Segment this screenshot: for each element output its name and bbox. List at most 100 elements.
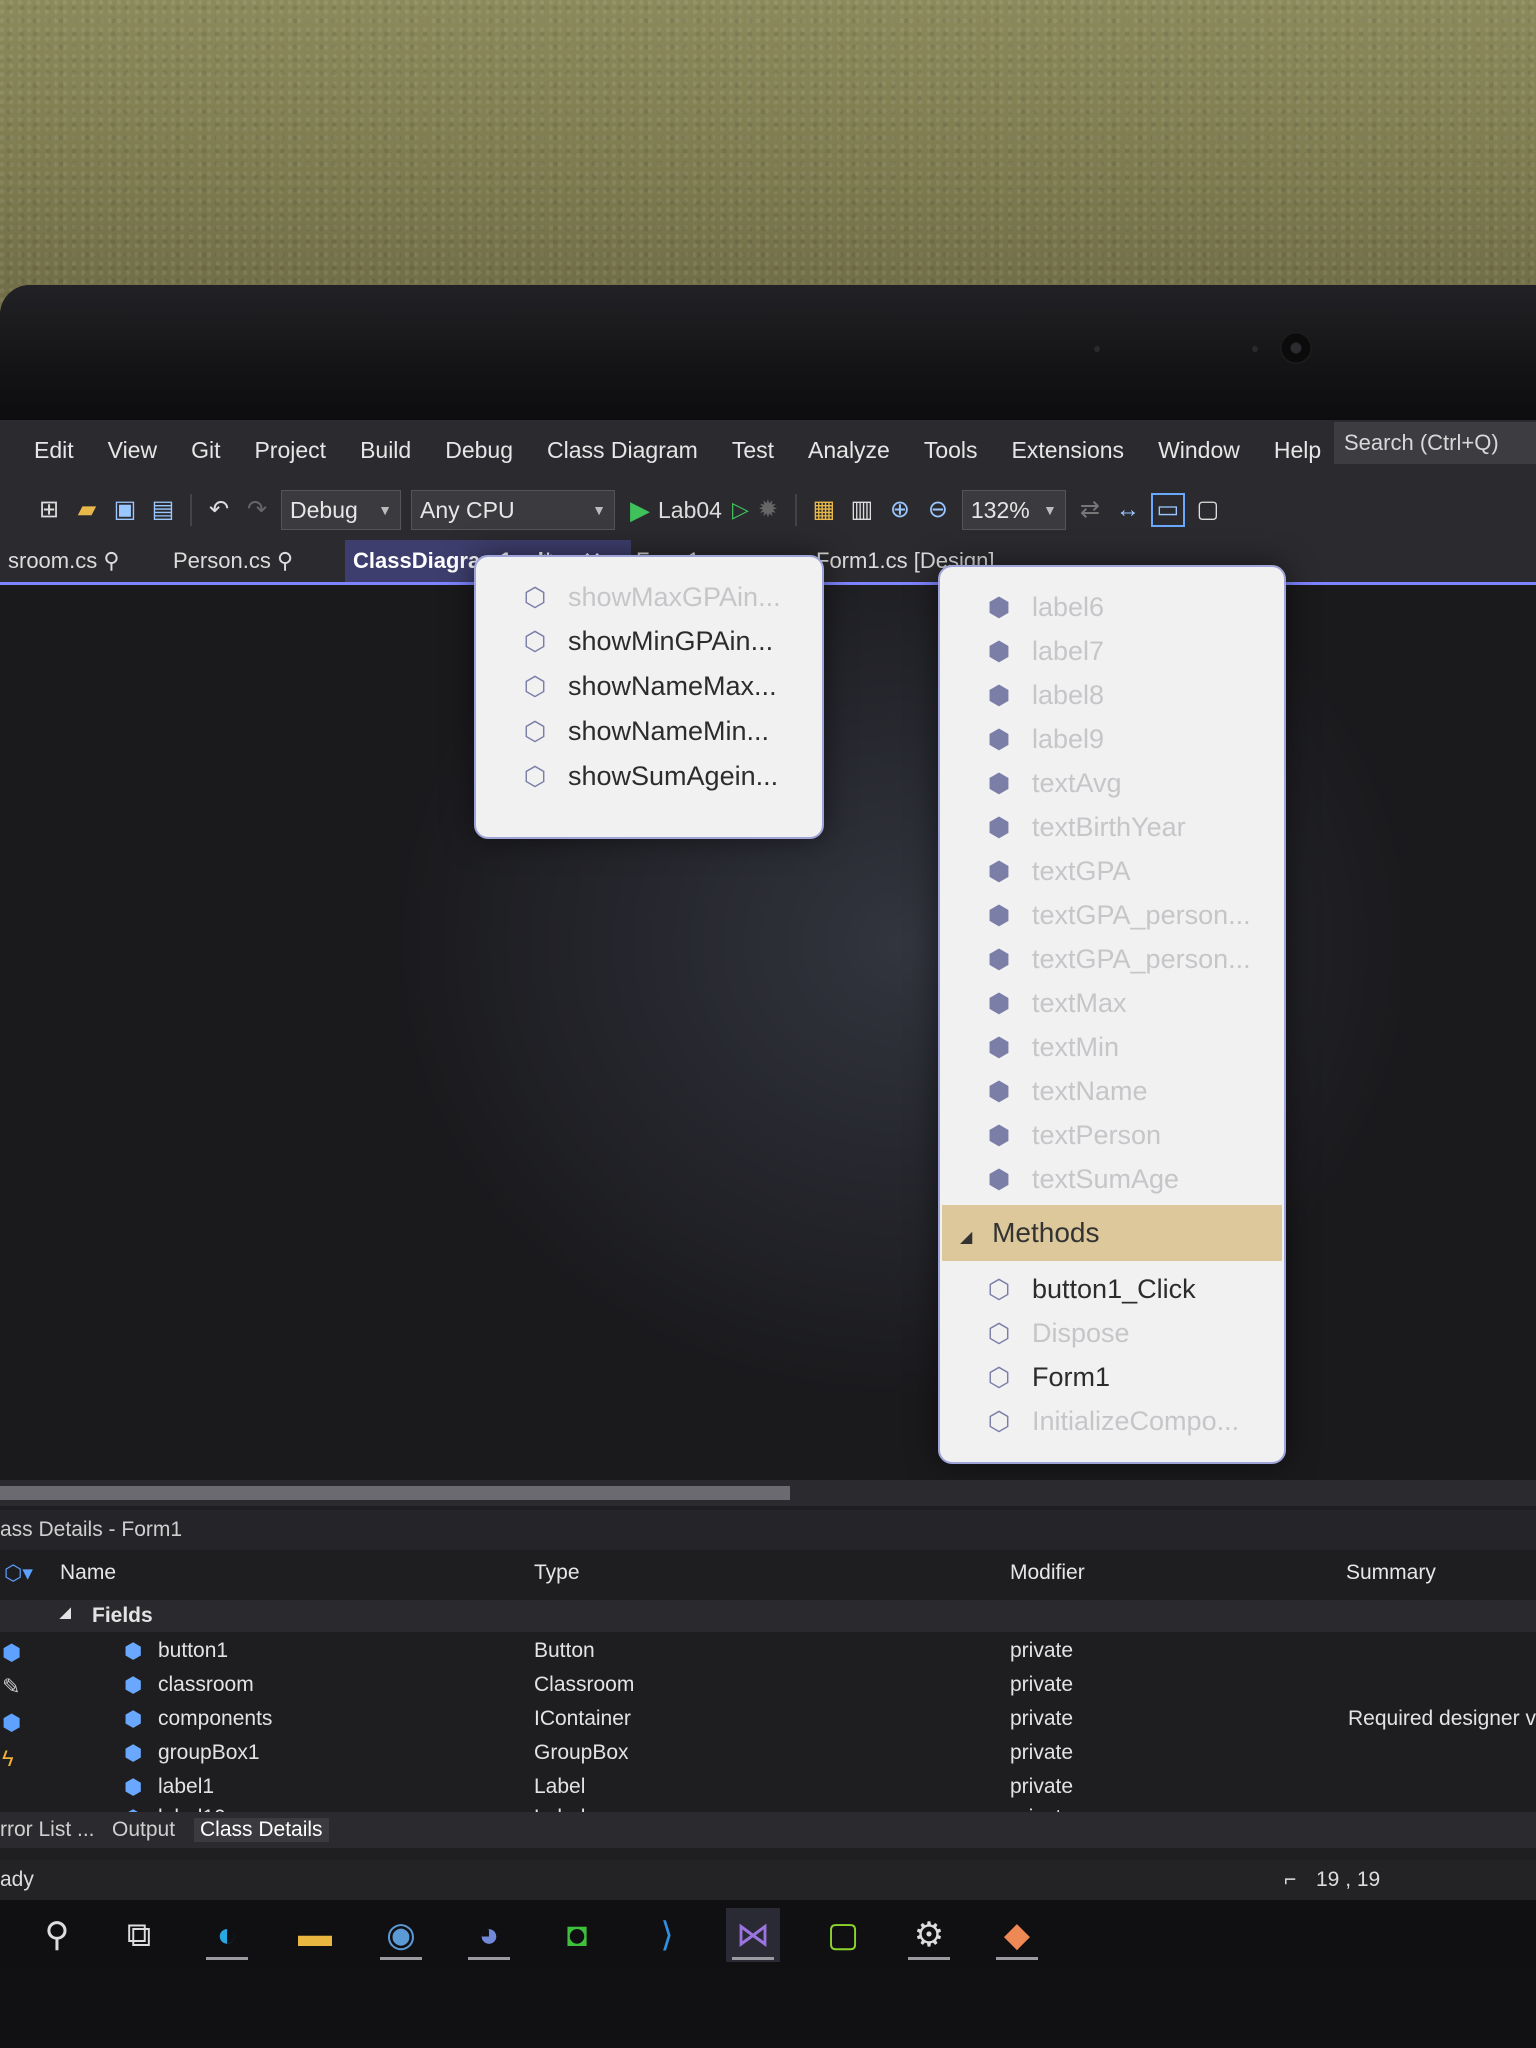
horizontal-scrollbar[interactable] bbox=[0, 1480, 1536, 1506]
bluestacks-icon[interactable]: ◆ bbox=[990, 1908, 1044, 1962]
zoom-select[interactable]: 132% ▼ bbox=[961, 490, 1066, 530]
save-icon[interactable]: ▣ bbox=[110, 495, 140, 525]
search-input[interactable]: Search (Ctrl+Q) bbox=[1334, 422, 1536, 464]
cell-modifier[interactable]: private bbox=[1010, 1741, 1073, 1765]
field-row[interactable]: ⬢ textMax bbox=[982, 981, 1127, 1025]
discord-icon[interactable]: ◕ bbox=[462, 1908, 516, 1962]
start-icon[interactable]: ▶ bbox=[630, 495, 650, 526]
display-name-icon[interactable]: ▭ bbox=[1150, 493, 1185, 527]
menu-git[interactable]: Git bbox=[174, 437, 237, 464]
configuration-select[interactable]: Debug ▼ bbox=[281, 490, 401, 530]
solution-explorer-icon[interactable]: ▦ bbox=[809, 495, 839, 525]
diagram-canvas[interactable]: ⬡ showMaxGPAin... ⬡ showMinGPAin... ⬡ showN… bbox=[0, 555, 1536, 1626]
menu-tools[interactable]: Tools bbox=[907, 437, 995, 464]
field-row[interactable]: ⬢ textAvg bbox=[982, 761, 1122, 805]
new-project-icon[interactable]: ⊞ bbox=[34, 495, 64, 525]
collapse-triangle-icon[interactable]: ◢ bbox=[60, 1604, 71, 1621]
class-shape-classroom[interactable]: ⬡ showMaxGPAin... ⬡ showMinGPAin... ⬡ showN… bbox=[474, 555, 824, 839]
undo-icon[interactable]: ↶ bbox=[204, 495, 234, 525]
tab-class-details[interactable]: Class Details bbox=[194, 1818, 329, 1842]
field-row[interactable]: ⬢ textGPA bbox=[982, 849, 1131, 893]
column-summary[interactable]: Summary bbox=[1346, 1561, 1436, 1585]
table-row[interactable]: ⬢ groupBox1 GroupBox private bbox=[0, 1737, 1536, 1771]
edge-icon[interactable]: ◐ bbox=[200, 1908, 254, 1962]
methods-section-header[interactable]: ◢ Methods bbox=[942, 1205, 1282, 1261]
tab-error-list[interactable]: rror List ... bbox=[0, 1818, 95, 1842]
field-row[interactable]: ⬢ textPerson bbox=[982, 1113, 1161, 1157]
cell-modifier[interactable]: private bbox=[1010, 1707, 1073, 1731]
menu-project[interactable]: Project bbox=[237, 437, 343, 464]
tab-person[interactable]: Person.cs ⚲ bbox=[165, 540, 301, 582]
fit-width-icon[interactable]: ↔ bbox=[1113, 495, 1143, 525]
platform-select[interactable]: Any CPU ▼ bbox=[411, 490, 615, 530]
open-folder-icon[interactable]: ▰ bbox=[72, 495, 102, 525]
start-target-button[interactable]: Lab04 bbox=[658, 497, 722, 524]
menu-window[interactable]: Window bbox=[1141, 437, 1257, 464]
menu-test[interactable]: Test bbox=[715, 437, 791, 464]
method-row[interactable]: ⬡ Dispose bbox=[982, 1311, 1130, 1355]
zoom-in-icon[interactable]: ⊕ bbox=[885, 495, 915, 525]
member-row[interactable]: ⬡ showNameMin... bbox=[518, 709, 769, 753]
task-view-icon[interactable]: ⧉ bbox=[112, 1908, 166, 1962]
column-name[interactable]: Name bbox=[60, 1561, 116, 1585]
member-row[interactable]: ⬡ showMaxGPAin... bbox=[518, 575, 781, 619]
association-icon[interactable]: ⇄ bbox=[1075, 495, 1105, 525]
menu-view[interactable]: View bbox=[91, 437, 174, 464]
settings-gear-icon[interactable]: ⚙ bbox=[902, 1908, 956, 1962]
pin-icon[interactable]: ⚲ bbox=[277, 548, 293, 573]
steam-icon[interactable]: ◉ bbox=[374, 1908, 428, 1962]
field-row[interactable]: ⬢ textGPA_person... bbox=[982, 893, 1251, 937]
table-row[interactable]: ⬢ button1 Button private bbox=[0, 1635, 1536, 1669]
file-explorer-icon[interactable]: ▬ bbox=[288, 1908, 342, 1962]
menu-class-diagram[interactable]: Class Diagram bbox=[530, 437, 715, 464]
visual-studio-icon[interactable]: ⋈ bbox=[726, 1908, 780, 1962]
camtasia-icon[interactable]: ▢ bbox=[816, 1908, 870, 1962]
column-type[interactable]: Type bbox=[534, 1561, 580, 1585]
field-row[interactable]: ⬢ textSumAge bbox=[982, 1157, 1179, 1201]
menu-help[interactable]: Help bbox=[1257, 437, 1338, 464]
member-row[interactable]: ⬡ showNameMax... bbox=[518, 664, 777, 708]
method-row[interactable]: ⬡ InitializeCompo... bbox=[982, 1399, 1239, 1443]
save-all-icon[interactable]: ▤ bbox=[148, 495, 178, 525]
field-row[interactable]: ⬢ label8 bbox=[982, 673, 1104, 717]
menu-edit[interactable]: Edit bbox=[0, 437, 91, 464]
collapse-triangle-icon[interactable]: ◢ bbox=[960, 1229, 972, 1246]
pin-icon[interactable]: ⚲ bbox=[103, 548, 119, 573]
method-row[interactable]: ⬡ Form1 bbox=[982, 1355, 1110, 1399]
class-shape-form1[interactable]: ⬢ label6 ⬢ label7 ⬢ label8 ⬢ label9 ⬢ textAvg… bbox=[938, 565, 1286, 1464]
fields-group-row[interactable]: ◢ Fields bbox=[0, 1600, 1536, 1632]
member-row[interactable]: ⬡ showMinGPAin... bbox=[518, 619, 773, 663]
tab-output[interactable]: Output bbox=[112, 1818, 175, 1842]
field-row[interactable]: ⬢ textMin bbox=[982, 1025, 1119, 1069]
member-row[interactable]: ⬡ showSumAgein... bbox=[518, 754, 778, 798]
field-row[interactable]: ⬢ textBirthYear bbox=[982, 805, 1186, 849]
hot-reload-icon[interactable]: ✹ bbox=[753, 495, 783, 525]
scrollbar-thumb[interactable] bbox=[0, 1486, 790, 1500]
method-row[interactable]: ⬡ button1_Click bbox=[982, 1267, 1196, 1311]
new-member-icon[interactable]: ⬡▾ bbox=[4, 1561, 33, 1586]
field-row[interactable]: ⬢ textGPA_person... bbox=[982, 937, 1251, 981]
vscode-icon[interactable]: ⟩ bbox=[640, 1908, 694, 1962]
table-row[interactable]: ⬢ classroom Classroom private bbox=[0, 1669, 1536, 1703]
cell-modifier[interactable]: private bbox=[1010, 1673, 1073, 1697]
field-row[interactable]: ⬢ label6 bbox=[982, 585, 1104, 629]
menu-analyze[interactable]: Analyze bbox=[791, 437, 907, 464]
column-modifier[interactable]: Modifier bbox=[1010, 1561, 1085, 1585]
zoom-out-icon[interactable]: ⊖ bbox=[923, 495, 953, 525]
table-row[interactable]: ⬢ label1 Label private bbox=[0, 1771, 1536, 1805]
table-row[interactable]: ⬢ components IContainer private Required… bbox=[0, 1703, 1536, 1737]
menu-extensions[interactable]: Extensions bbox=[995, 437, 1142, 464]
field-row[interactable]: ⬢ label7 bbox=[982, 629, 1104, 673]
search-icon[interactable]: ⚲ bbox=[30, 1908, 84, 1962]
line-icon[interactable]: ◘ bbox=[550, 1908, 604, 1962]
layout-diagram-icon[interactable]: ▢ bbox=[1193, 495, 1223, 525]
tab-classroom[interactable]: sroom.cs ⚲ bbox=[0, 540, 128, 582]
start-without-debug-icon[interactable]: ▷ bbox=[732, 497, 749, 523]
menu-debug[interactable]: Debug bbox=[428, 437, 530, 464]
cell-modifier[interactable]: private bbox=[1010, 1639, 1073, 1663]
redo-icon[interactable]: ↷ bbox=[242, 495, 272, 525]
field-row[interactable]: ⬢ label9 bbox=[982, 717, 1104, 761]
cell-summary[interactable]: Required designer v bbox=[1348, 1707, 1536, 1731]
menu-build[interactable]: Build bbox=[343, 437, 428, 464]
cell-modifier[interactable]: private bbox=[1010, 1775, 1073, 1799]
